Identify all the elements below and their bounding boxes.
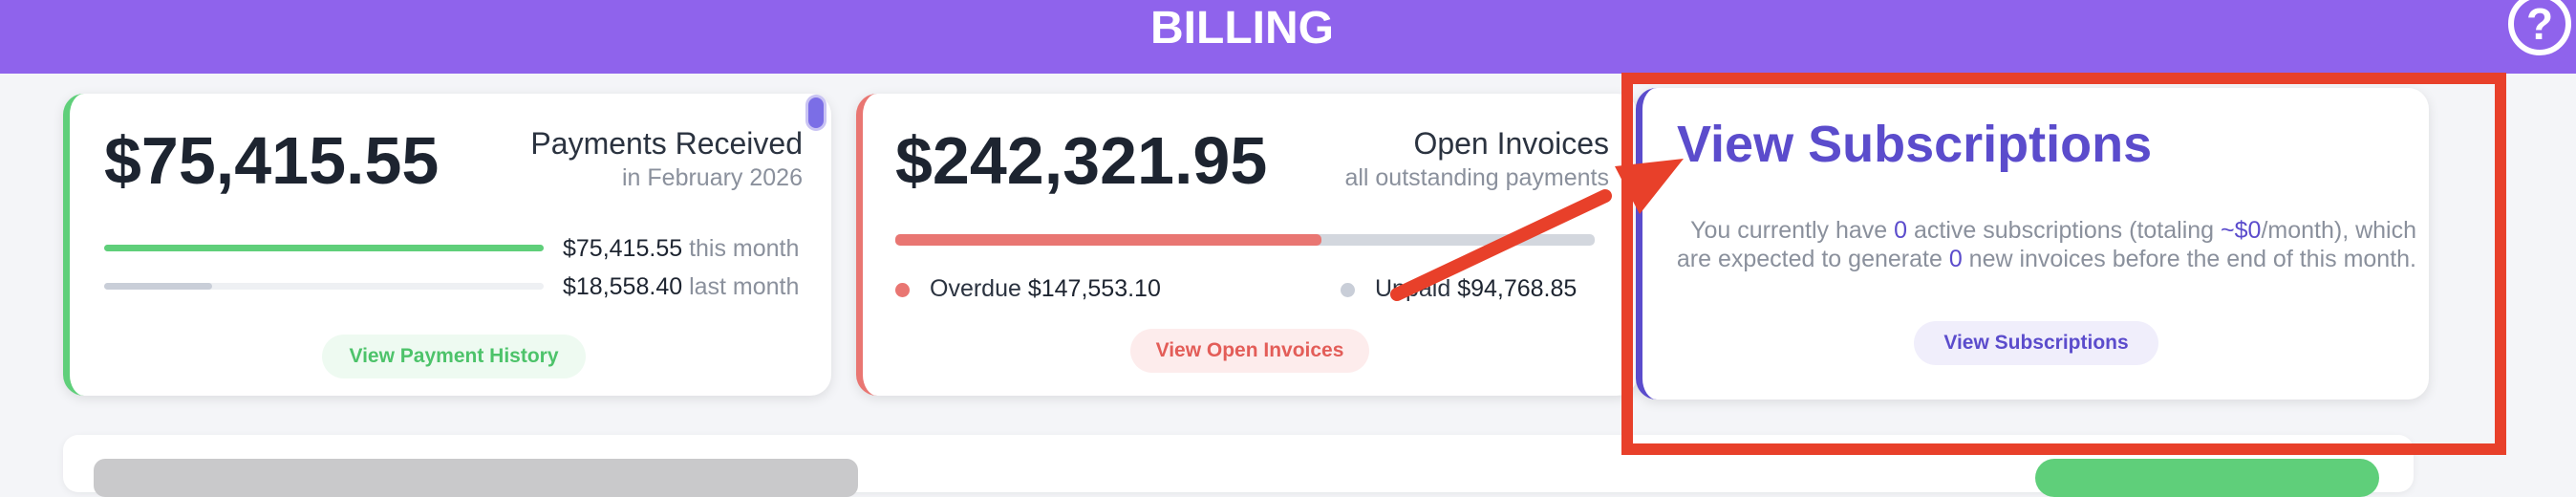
- last-month-progress: [104, 283, 213, 290]
- invoices-amount: $242,321.95: [895, 123, 1268, 198]
- payments-subheading: in February 2026: [621, 164, 803, 191]
- payments-heading: Payments Received: [530, 126, 803, 161]
- page-title: BILLING: [1150, 3, 1334, 54]
- billing-header: BILLING ?: [0, 0, 2576, 74]
- invoices-track: [895, 234, 1595, 246]
- last-month-amount: $18,558.40: [563, 273, 683, 300]
- open-invoices-card: $242,321.95 Open Invoices all outstandin…: [856, 94, 1638, 396]
- last-month-track: [104, 283, 544, 290]
- unpaid-amount: $94,768.85: [1457, 275, 1578, 302]
- this-month-track: [104, 245, 544, 251]
- placeholder-block: [94, 459, 858, 497]
- unpaid-label: Unpaid: [1375, 275, 1451, 302]
- overdue-dot: [895, 283, 910, 297]
- help-icon[interactable]: ?: [2508, 0, 2571, 55]
- status-dot-indicator: [808, 97, 824, 128]
- this-month-label: this month: [689, 235, 800, 262]
- invoices-heading: Open Invoices: [1413, 126, 1609, 161]
- payments-amount: $75,415.55: [104, 123, 440, 198]
- unpaid-dot: [1341, 283, 1355, 297]
- this-month-amount: $75,415.55: [563, 235, 683, 262]
- last-month-label: last month: [689, 273, 800, 300]
- view-open-invoices-button[interactable]: View Open Invoices: [1130, 329, 1369, 373]
- overdue-amount: $147,553.10: [1027, 275, 1161, 302]
- highlight-box: [1621, 73, 2506, 455]
- payments-received-card: $75,415.55 Payments Received in February…: [63, 94, 831, 396]
- unpaid-value: Unpaid $94,768.85: [1375, 275, 1577, 303]
- invoices-subheading: all outstanding payments: [1344, 164, 1609, 191]
- this-month-value: $75,415.55 this month: [563, 235, 799, 263]
- primary-action-button[interactable]: [2035, 459, 2379, 497]
- last-month-value: $18,558.40 last month: [563, 273, 799, 301]
- this-month-progress: [104, 245, 544, 251]
- overdue-label: Overdue: [930, 275, 1021, 302]
- overdue-progress: [895, 234, 1321, 246]
- overdue-value: Overdue $147,553.10: [930, 275, 1161, 303]
- view-payment-history-button[interactable]: View Payment History: [322, 335, 586, 378]
